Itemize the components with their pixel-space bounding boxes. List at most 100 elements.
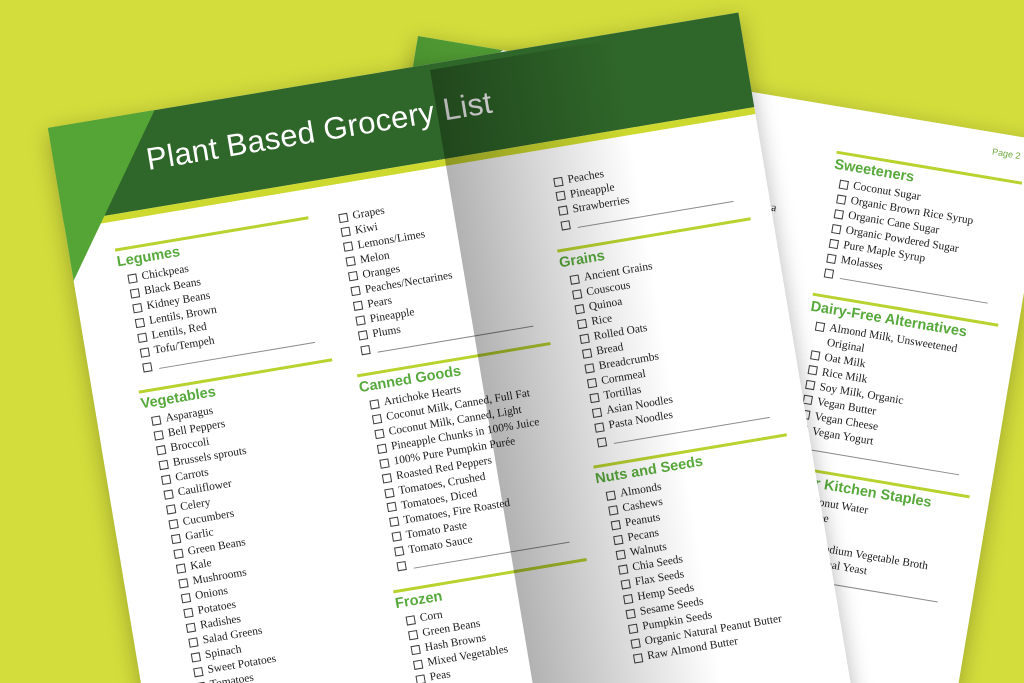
page1-columns: Legumes Chickpeas Black Beans Kidney Beans L… [114,144,841,683]
checkbox-icon[interactable] [826,253,837,264]
checkbox-icon[interactable] [338,212,349,223]
checkbox-icon[interactable] [627,623,639,634]
checkbox-icon[interactable] [369,398,380,410]
checkbox-icon[interactable] [814,321,826,332]
checkbox-icon[interactable] [610,519,621,531]
checkbox-icon[interactable] [823,268,835,279]
checkbox-icon[interactable] [168,518,179,530]
checkbox-icon[interactable] [591,407,603,418]
checkbox-icon[interactable] [586,377,598,388]
checkbox-icon[interactable] [622,593,634,605]
checkbox-icon[interactable] [163,489,174,500]
checkbox-icon[interactable] [396,561,407,572]
checkbox-icon[interactable] [381,472,393,484]
checkbox-icon[interactable] [833,208,845,220]
checkbox-icon[interactable] [594,421,605,433]
checkbox-icon[interactable] [178,577,189,589]
checkbox-icon[interactable] [190,651,202,663]
checkbox-icon[interactable] [553,176,564,187]
checkbox-icon[interactable] [132,302,143,314]
checkbox-icon[interactable] [828,238,840,249]
checkbox-icon[interactable] [188,637,199,648]
checkbox-icon[interactable] [340,227,351,238]
checkbox-icon[interactable] [129,287,141,299]
checkbox-icon[interactable] [134,317,146,328]
checkbox-icon[interactable] [153,430,164,441]
checkbox-icon[interactable] [156,444,167,456]
checkbox-icon[interactable] [405,614,416,626]
checkbox-icon[interactable] [555,191,566,202]
checkbox-icon[interactable] [158,459,169,471]
checkbox-icon[interactable] [185,622,197,633]
checkbox-icon[interactable] [558,205,569,217]
checkbox-icon[interactable] [620,578,631,590]
checkbox-icon[interactable] [838,179,850,190]
checkbox-icon[interactable] [170,533,182,544]
checkbox-icon[interactable] [625,608,636,619]
checkbox-icon[interactable] [175,563,187,574]
checkbox-icon[interactable] [571,288,583,300]
checkbox-icon[interactable] [348,271,359,282]
checklist: Peaches Pineapple Strawberries [545,144,748,234]
checkbox-icon[interactable] [355,315,366,327]
checkbox-icon[interactable] [350,286,361,297]
checkbox-icon[interactable] [410,644,421,655]
checkbox-icon[interactable] [831,223,842,235]
checkbox-icon[interactable] [180,592,192,604]
checkbox-icon[interactable] [142,361,153,373]
checkbox-icon[interactable] [183,607,194,618]
checkbox-icon[interactable] [173,548,184,559]
checkbox-icon[interactable] [589,392,600,403]
checkbox-icon[interactable] [394,546,405,557]
checkbox-icon[interactable] [352,300,364,312]
checkbox-icon[interactable] [165,504,177,515]
checkbox-icon[interactable] [357,330,369,341]
checkbox-icon[interactable] [379,457,390,469]
checkbox-icon[interactable] [193,666,204,677]
checkbox-icon[interactable] [345,256,356,268]
checkbox-icon[interactable] [407,629,419,641]
checkbox-icon[interactable] [560,220,571,232]
checkbox-icon[interactable] [805,380,816,391]
checkbox-icon[interactable] [802,394,813,406]
checkbox-icon[interactable] [384,487,395,498]
checkbox-icon[interactable] [608,504,619,516]
checkbox-icon[interactable] [343,241,354,253]
checkbox-icon[interactable] [374,428,385,439]
checkbox-icon[interactable] [386,502,398,513]
checkbox-icon[interactable] [415,673,426,683]
checkbox-icon[interactable] [360,345,371,356]
checkbox-icon[interactable] [160,474,172,485]
checkbox-icon[interactable] [371,413,383,424]
checkbox-icon[interactable] [630,637,641,649]
checkbox-icon[interactable] [605,490,617,501]
checkbox-icon[interactable] [613,534,624,545]
checklist-item-label: Corn [419,608,444,625]
checkbox-icon[interactable] [596,436,608,448]
checklist: Almonds Cashews Peanuts Pecans Walnuts Chia S… [597,458,820,667]
checkbox-icon[interactable] [376,443,388,454]
checkbox-icon[interactable] [579,333,590,344]
checkbox-icon[interactable] [615,549,626,560]
checklist-section: Canned Goods Artichoke Hearts Coconut Milk… [356,341,584,576]
checkbox-icon[interactable] [584,362,595,374]
checkbox-icon[interactable] [139,347,151,358]
checkbox-icon[interactable] [569,274,580,285]
checkbox-icon[interactable] [807,365,818,376]
checkbox-icon[interactable] [137,332,148,343]
checklist-section: Vegetables Asparagus Bell Peppers Broccoli B… [138,358,391,683]
checkbox-icon[interactable] [391,531,402,543]
checkbox-icon[interactable] [576,318,588,329]
checkbox-icon[interactable] [574,303,585,315]
checklist-section: Grains Ancient Grains Couscous Quinoa Rice Ro… [557,217,784,451]
checkbox-icon[interactable] [127,273,138,284]
checkbox-icon[interactable] [581,348,593,359]
checkbox-icon[interactable] [151,415,162,426]
checkbox-icon[interactable] [618,564,629,575]
checkbox-icon[interactable] [809,350,821,361]
checkbox-icon[interactable] [412,659,424,670]
checkbox-icon[interactable] [836,194,847,205]
checkbox-icon[interactable] [632,652,644,664]
checkbox-icon[interactable] [389,517,400,528]
grocery-list-page-1: Plant Based Grocery List Legumes Chickpea… [48,12,864,683]
